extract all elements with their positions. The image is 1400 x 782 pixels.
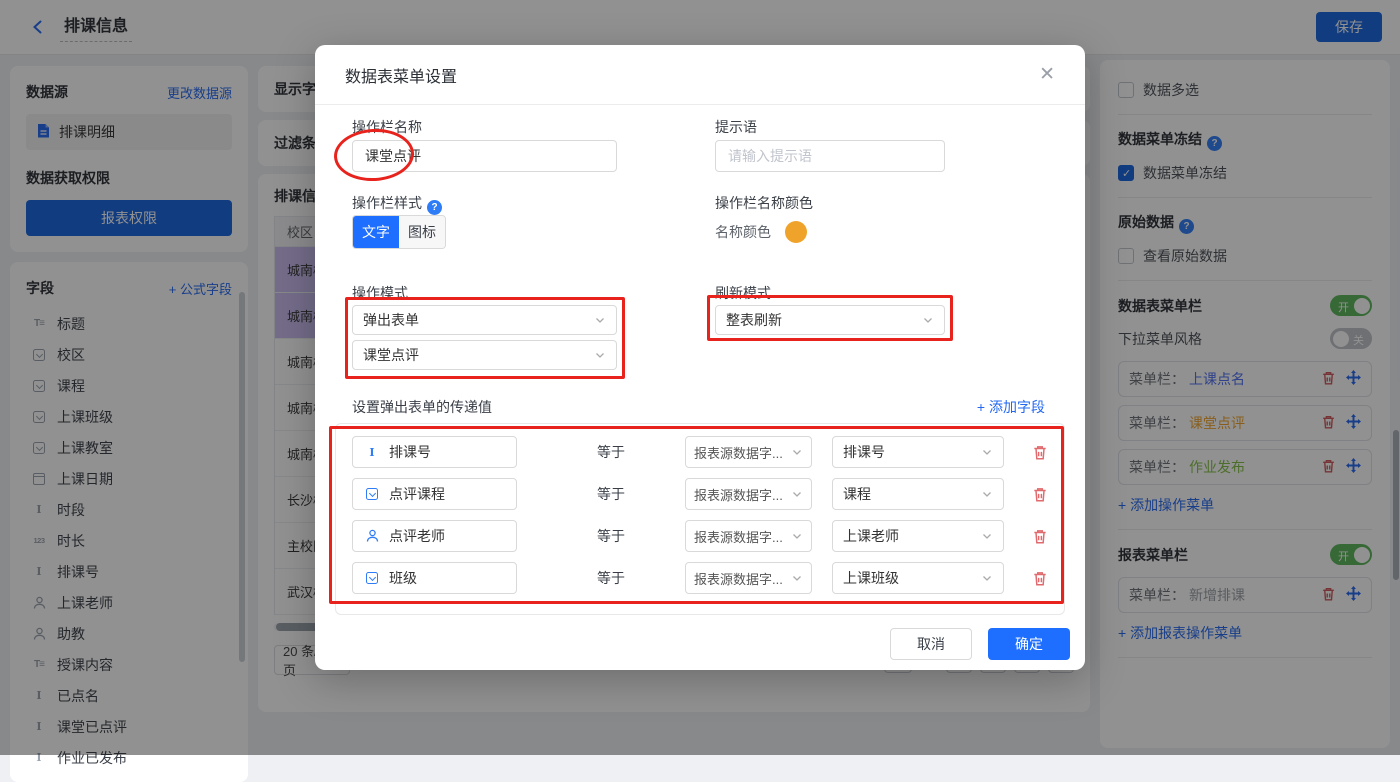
select-field-icon <box>363 572 381 584</box>
text-field-icon <box>363 446 381 459</box>
equals-label: 等于 <box>597 442 627 462</box>
operation-mode-select[interactable]: 弹出表单 <box>352 305 617 335</box>
select-field-icon <box>363 488 381 500</box>
action-name-input[interactable]: 课堂点评 <box>352 140 617 172</box>
source-type-select[interactable]: 报表源数据字... <box>685 562 812 594</box>
color-swatch[interactable] <box>785 221 807 243</box>
tooltip-label: 提示语 <box>715 117 757 137</box>
source-type-select[interactable]: 报表源数据字... <box>685 520 812 552</box>
add-field-link[interactable]: + 添加字段 <box>977 397 1045 417</box>
table-menu-settings-dialog: 数据表菜单设置 ✕ 操作栏名称 课堂点评 提示语 请输入提示语 操作栏样式? 文… <box>315 45 1085 670</box>
equals-label: 等于 <box>597 568 627 588</box>
equals-label: 等于 <box>597 526 627 546</box>
transfer-values-box: 排课号 等于 报表源数据字... 排课号 点评课程 等于 报表源数据字... <box>335 423 1065 615</box>
source-type-select[interactable]: 报表源数据字... <box>685 436 812 468</box>
transfer-row: 点评课程 等于 报表源数据字... 课程 <box>352 478 1048 510</box>
source-type-select[interactable]: 报表源数据字... <box>685 478 812 510</box>
operation-target-select[interactable]: 课堂点评 <box>352 340 617 370</box>
action-style-label: 操作栏样式? <box>352 193 442 215</box>
refresh-mode-label: 刷新模式 <box>715 283 771 303</box>
delete-icon[interactable] <box>1032 444 1048 461</box>
param-name-input[interactable]: 班级 <box>352 562 517 594</box>
tooltip-input[interactable]: 请输入提示语 <box>715 140 945 172</box>
person-field-icon <box>363 529 381 543</box>
name-color-label: 操作栏名称颜色 <box>715 193 813 213</box>
transfer-row: 排课号 等于 报表源数据字... 排课号 <box>352 436 1048 468</box>
param-name-input[interactable]: 点评老师 <box>352 520 517 552</box>
name-color-row: 名称颜色 <box>715 221 807 243</box>
transfer-row: 点评老师 等于 报表源数据字... 上课老师 <box>352 520 1048 552</box>
delete-icon[interactable] <box>1032 570 1048 587</box>
delete-icon[interactable] <box>1032 486 1048 503</box>
help-icon[interactable]: ? <box>427 200 442 215</box>
param-name-input[interactable]: 排课号 <box>352 436 517 468</box>
source-field-select[interactable]: 排课号 <box>832 436 1004 468</box>
param-name-input[interactable]: 点评课程 <box>352 478 517 510</box>
confirm-button[interactable]: 确定 <box>988 628 1070 660</box>
delete-icon[interactable] <box>1032 528 1048 545</box>
transfer-values-title: 设置弹出表单的传递值 <box>352 397 492 417</box>
action-name-label: 操作栏名称 <box>352 117 422 137</box>
source-field-select[interactable]: 上课班级 <box>832 562 1004 594</box>
close-icon[interactable]: ✕ <box>1039 65 1055 84</box>
cancel-button[interactable]: 取消 <box>890 628 972 660</box>
source-field-select[interactable]: 课程 <box>832 478 1004 510</box>
tab-text[interactable]: 文字 <box>353 216 399 248</box>
source-field-select[interactable]: 上课老师 <box>832 520 1004 552</box>
style-tab-group: 文字 图标 <box>352 215 446 249</box>
dialog-title: 数据表菜单设置 <box>345 63 457 87</box>
equals-label: 等于 <box>597 484 627 504</box>
tab-icon[interactable]: 图标 <box>399 216 445 248</box>
transfer-row: 班级 等于 报表源数据字... 上课班级 <box>352 562 1048 594</box>
refresh-mode-select[interactable]: 整表刷新 <box>715 305 945 335</box>
operation-mode-label: 操作模式 <box>352 283 408 303</box>
